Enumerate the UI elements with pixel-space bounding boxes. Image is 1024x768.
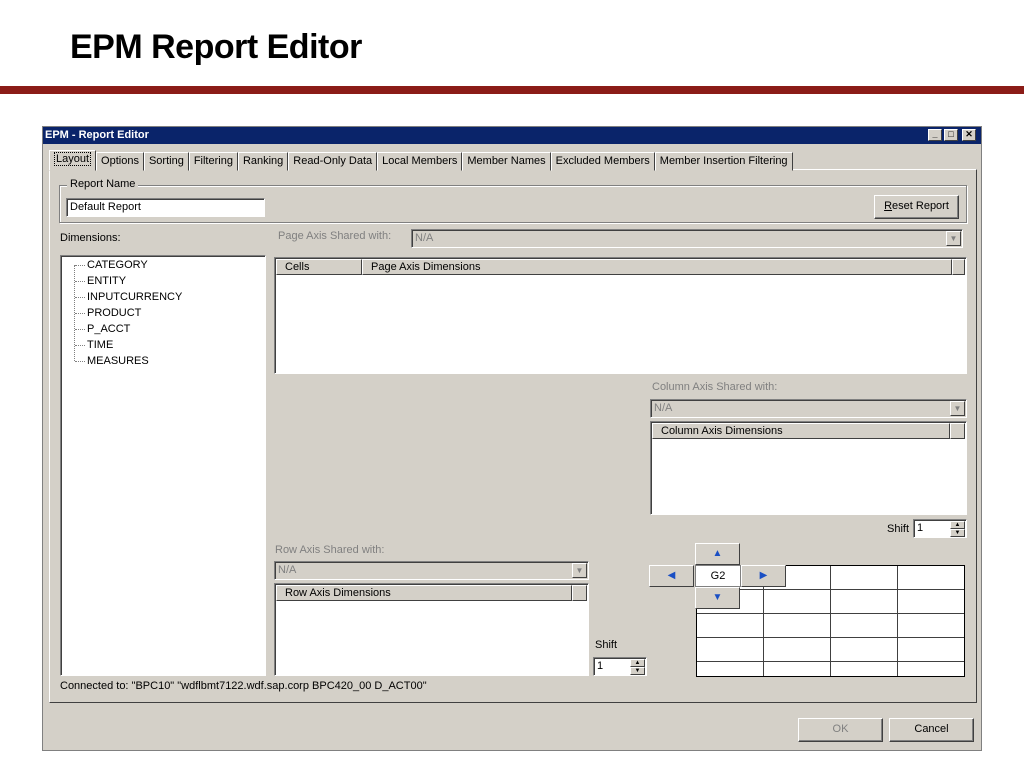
spin-down-icon[interactable]: ▼ xyxy=(630,667,645,675)
chevron-down-icon[interactable]: ▼ xyxy=(572,563,587,578)
chevron-down-icon[interactable]: ▼ xyxy=(950,401,965,416)
tree-item-category[interactable]: CATEGORY xyxy=(75,257,148,273)
ok-button[interactable]: OK xyxy=(798,718,883,742)
chevron-down-icon[interactable]: ▼ xyxy=(946,231,961,246)
arrow-down-icon[interactable]: ▼ xyxy=(695,587,740,609)
connection-status: Connected to: "BPC10" "wdflbmt7122.wdf.s… xyxy=(60,680,427,692)
tab-options[interactable]: Options xyxy=(96,152,144,171)
row-shift-label: Shift xyxy=(595,639,618,651)
row-axis-shared-select[interactable]: N/A ▼ xyxy=(274,561,589,580)
tab-member-names[interactable]: Member Names xyxy=(462,152,551,171)
current-cell[interactable]: G2 xyxy=(695,565,741,587)
tab-sorting[interactable]: Sorting xyxy=(143,152,189,171)
column-axis-shared-value: N/A xyxy=(654,402,673,414)
tree-connector-line xyxy=(74,265,75,361)
report-name-legend: Report Name xyxy=(67,178,139,190)
tree-item-entity[interactable]: ENTITY xyxy=(74,273,126,289)
close-icon[interactable]: ✕ xyxy=(962,129,976,141)
row-shift-stepper[interactable]: 1 ▲ ▼ xyxy=(593,657,647,676)
page-axis-shared-label: Page Axis Shared with: xyxy=(278,230,392,242)
spin-up-icon[interactable]: ▲ xyxy=(630,659,645,667)
page-axis-shared-value: N/A xyxy=(415,232,434,244)
reset-report-button[interactable]: Reset Report xyxy=(874,195,959,219)
tab-ranking[interactable]: Ranking xyxy=(237,152,289,171)
tree-item-measures[interactable]: MEASURES xyxy=(75,353,149,369)
tab-filtering[interactable]: Filtering xyxy=(188,152,238,171)
spin-up-icon[interactable]: ▲ xyxy=(950,521,965,529)
dimensions-tree[interactable]: CATEGORY ENTITY INPUTCURRENCY PRODUCT P_… xyxy=(60,255,266,676)
report-name-field[interactable]: Default Report xyxy=(66,198,265,217)
page-axis-col-filler xyxy=(952,259,965,275)
tree-item-inputcurrency[interactable]: INPUTCURRENCY xyxy=(74,289,182,305)
tab-strip: Layout Options Sorting Filtering Ranking… xyxy=(49,150,793,171)
column-shift-label: Shift xyxy=(887,523,910,535)
tab-local-members[interactable]: Local Members xyxy=(377,152,463,171)
window-title: EPM - Report Editor xyxy=(43,127,981,144)
column-axis-shared-label: Column Axis Shared with: xyxy=(652,381,778,393)
column-axis-shared-select[interactable]: N/A ▼ xyxy=(650,399,967,418)
arrow-right-icon[interactable]: ▶ xyxy=(741,565,786,587)
tree-item-product[interactable]: PRODUCT xyxy=(74,305,141,321)
spin-down-icon[interactable]: ▼ xyxy=(950,529,965,537)
page-axis-shared-select[interactable]: N/A ▼ xyxy=(411,229,963,248)
tree-item-p-acct[interactable]: P_ACCT xyxy=(74,321,130,337)
row-shift-value: 1 xyxy=(597,660,604,672)
column-axis-col-filler xyxy=(950,423,965,439)
row-axis-col-dimensions[interactable]: Row Axis Dimensions xyxy=(276,585,572,601)
column-shift-value: 1 xyxy=(917,522,924,534)
dimensions-label: Dimensions: xyxy=(60,232,121,244)
arrow-up-icon[interactable]: ▲ xyxy=(695,543,740,565)
slide-title: EPM Report Editor xyxy=(70,28,362,66)
column-axis-col-dimensions[interactable]: Column Axis Dimensions xyxy=(652,423,950,439)
tab-read-only-data[interactable]: Read-Only Data xyxy=(288,152,378,171)
column-shift-stepper[interactable]: 1 ▲ ▼ xyxy=(913,519,967,538)
maximize-icon[interactable]: □ xyxy=(944,129,958,141)
page-axis-col-dimensions[interactable]: Page Axis Dimensions xyxy=(362,259,952,275)
tab-member-insertion-filtering[interactable]: Member Insertion Filtering xyxy=(654,152,793,171)
tree-item-time[interactable]: TIME xyxy=(74,337,113,353)
slide-title-rule xyxy=(0,86,1024,94)
cancel-button[interactable]: Cancel xyxy=(889,718,974,742)
tab-excluded-members[interactable]: Excluded Members xyxy=(550,152,655,171)
row-axis-list[interactable]: Row Axis Dimensions xyxy=(274,583,589,676)
row-axis-col-filler xyxy=(572,585,587,601)
column-axis-list[interactable]: Column Axis Dimensions xyxy=(650,421,967,515)
row-axis-shared-value: N/A xyxy=(278,564,297,576)
tab-layout[interactable]: Layout xyxy=(49,150,97,171)
page-axis-col-cells[interactable]: Cells xyxy=(276,259,362,275)
page-axis-list[interactable]: Cells Page Axis Dimensions xyxy=(274,257,967,374)
minimize-icon[interactable]: _ xyxy=(928,129,942,141)
row-axis-shared-label: Row Axis Shared with: xyxy=(275,544,385,556)
arrow-left-icon[interactable]: ◀ xyxy=(649,565,694,587)
report-editor-window: EPM - Report Editor _ □ ✕ Layout Options… xyxy=(42,126,982,751)
